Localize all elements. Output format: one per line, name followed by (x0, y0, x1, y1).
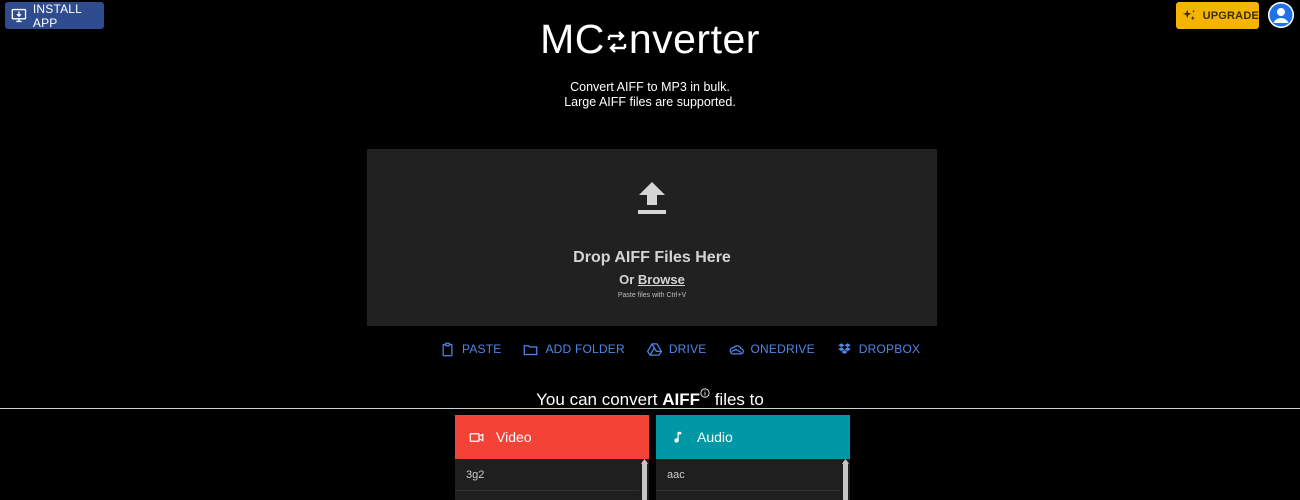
audio-category-card: Audio aac (656, 415, 850, 500)
tagline: Convert AIFF to MP3 in bulk. Large AIFF … (0, 80, 1300, 110)
video-category-card: Video 3g2 (455, 415, 649, 500)
paste-hint: Paste files with Ctrl+V (617, 292, 687, 299)
browse-link[interactable]: Browse (638, 272, 685, 287)
audio-category-header[interactable]: Audio (656, 415, 850, 459)
paste-button[interactable]: PASTE (440, 340, 501, 358)
clipboard-icon (442, 342, 453, 356)
logo-text-left: MC (540, 16, 605, 62)
music-note-icon (674, 431, 682, 443)
convert-suffix: files to (714, 390, 764, 409)
add-folder-label: ADD FOLDER (545, 342, 625, 356)
audio-category-label: Audio (697, 429, 733, 445)
format-list-item[interactable]: 3g2 (455, 459, 639, 491)
video-camera-icon (469, 432, 484, 442)
google-drive-icon (646, 342, 662, 356)
dropbox-icon (838, 342, 851, 354)
video-category-label: Video (496, 429, 532, 445)
upload-icon (638, 182, 666, 214)
convert-prefix: You can convert (536, 390, 658, 409)
paste-label: PASTE (462, 342, 502, 356)
logo-text-right: nverter (628, 16, 760, 62)
drive-button[interactable]: DRIVE (646, 340, 707, 358)
video-category-header[interactable]: Video (455, 415, 649, 459)
tagline-line-2: Large AIFF files are supported. (564, 95, 736, 109)
dropbox-label: DROPBOX (858, 342, 921, 356)
tagline-line-1: Convert AIFF to MP3 in bulk. (570, 80, 730, 94)
folder-icon (524, 344, 538, 355)
add-folder-button[interactable]: ADD FOLDER (523, 340, 625, 358)
video-list-scrollbar[interactable] (642, 461, 647, 500)
drive-label: DRIVE (668, 342, 707, 356)
dropzone-or-line: Or Browse (367, 272, 937, 287)
source-format: AIFF (662, 390, 700, 409)
audio-list-scrollbar[interactable] (843, 461, 848, 500)
convert-arrows-icon (607, 31, 627, 53)
file-dropzone[interactable]: Drop AIFF Files Here Or Browse Paste fil… (367, 149, 937, 326)
site-logo[interactable]: MC nverter (0, 16, 1300, 63)
dropzone-title: Drop AIFF Files Here (573, 249, 731, 266)
source-options: PASTE ADD FOLDER DRIVE ONEDRIVE DROPBOX (440, 340, 920, 358)
convert-heading: You can convert AIFF files to (0, 388, 1300, 410)
format-list-item[interactable]: aac (656, 459, 840, 491)
info-icon[interactable] (700, 388, 710, 398)
dropbox-button[interactable]: DROPBOX (837, 340, 920, 358)
onedrive-label: ONEDRIVE (750, 342, 815, 356)
dropzone-or-text: Or (619, 272, 635, 287)
onedrive-button[interactable]: ONEDRIVE (729, 340, 815, 358)
onedrive-icon (729, 344, 744, 354)
section-divider (0, 408, 1300, 409)
